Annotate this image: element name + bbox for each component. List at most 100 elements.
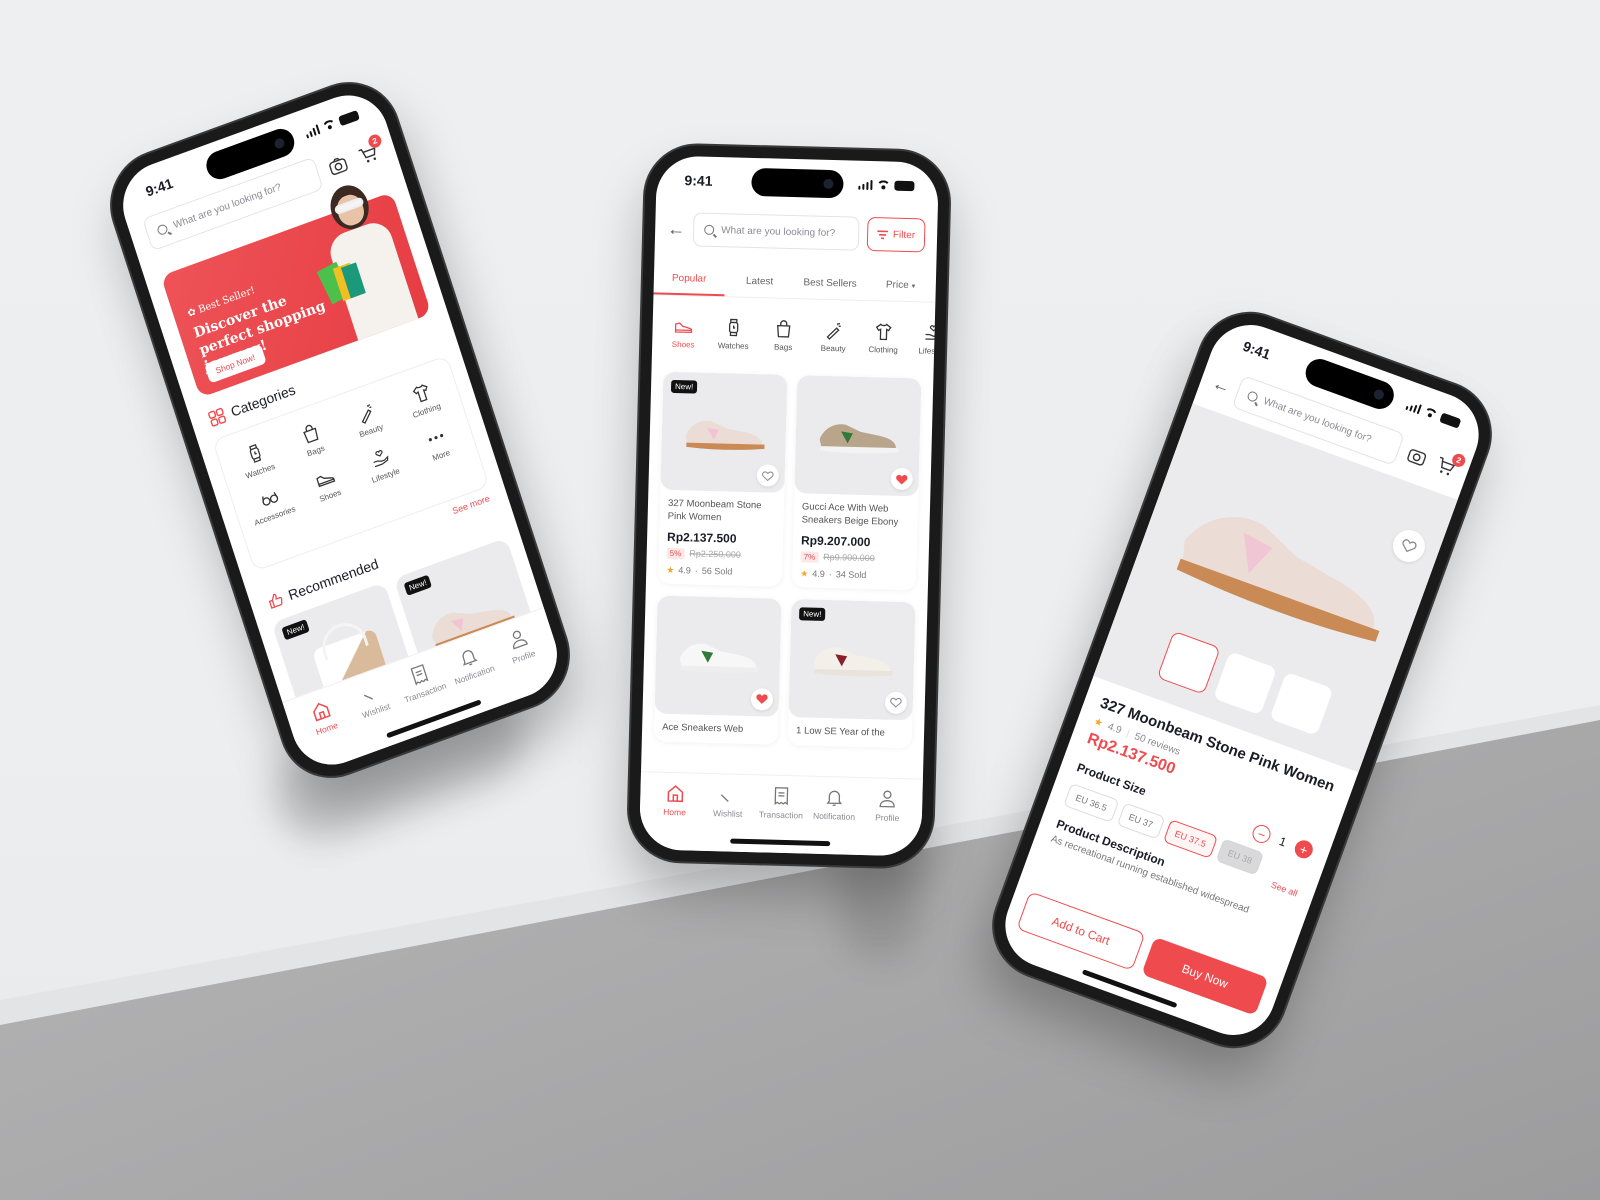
thumbnail-3[interactable] <box>1269 671 1334 736</box>
status-time: 9:41 <box>143 174 175 200</box>
rating-value: 4.9 <box>678 565 692 576</box>
sold-count: 34 Sold <box>835 569 867 581</box>
back-button[interactable]: ← <box>667 218 686 239</box>
nav-label: Notification <box>812 810 856 822</box>
heart-outline-icon <box>890 697 902 708</box>
category-item[interactable]: Shoes <box>294 459 360 511</box>
heart-icon <box>720 794 729 802</box>
nav-label: Transaction <box>758 809 804 821</box>
shoe-icon <box>674 322 693 334</box>
home-icon <box>313 702 331 722</box>
category-chip-shoes[interactable]: Shoes <box>662 316 705 350</box>
product-grid: New! 327 Moonbeam Stone Pink Women Rp2.137… <box>653 371 922 749</box>
thumbnail-1[interactable] <box>1156 630 1221 695</box>
product-name: Ace Sneakers Web <box>662 721 744 735</box>
category-item[interactable]: Clothing <box>390 373 456 425</box>
cart-button[interactable]: 2 <box>355 132 383 169</box>
chevron-down-icon: ▾ <box>911 282 916 290</box>
user-icon <box>512 630 528 650</box>
filter-button[interactable]: Filter <box>866 216 926 253</box>
category-label: Bags <box>773 342 793 353</box>
decrement-button[interactable]: − <box>1250 822 1274 846</box>
tab-label: Latest <box>745 275 774 288</box>
tab-price[interactable]: Price ▾ <box>865 269 936 302</box>
tab-latest[interactable]: Latest <box>724 265 795 298</box>
tab-best-sellers[interactable]: Best Sellers <box>794 267 865 300</box>
product-main-image <box>1176 517 1380 642</box>
category-strip: Shoes Watches Bags Beauty Clothing Lifestyle <box>662 316 940 357</box>
wifi-icon <box>321 118 337 132</box>
magic-wand-icon <box>826 322 841 340</box>
category-item[interactable]: Accessories <box>238 479 304 531</box>
back-button[interactable]: ← <box>1210 372 1234 398</box>
listing-screen: 9:41 ← What are you looking for? Filter … <box>638 155 940 857</box>
wifi-icon <box>1422 406 1439 420</box>
tab-label: Popular <box>671 272 707 285</box>
category-chip-clothing[interactable]: Clothing <box>862 321 905 355</box>
tab-label: Price <box>885 279 909 292</box>
camera-icon[interactable] <box>324 151 351 179</box>
category-label: Lifestyle <box>918 346 940 357</box>
wifi-icon <box>876 180 890 190</box>
thumbnail-2[interactable] <box>1213 651 1278 716</box>
category-chip-bags[interactable]: Bags <box>762 318 805 352</box>
nav-item-home[interactable]: Home <box>648 782 702 850</box>
add-to-cart-button[interactable]: Add to Cart <box>1016 891 1146 971</box>
star-icon: ★ <box>1092 716 1105 730</box>
nav-item-profile[interactable]: Profile <box>860 788 914 856</box>
category-label: Shoes <box>671 339 695 350</box>
product-price: Rp2.137.500 <box>666 529 737 546</box>
nav-label: Profile <box>875 812 900 823</box>
arrow-left-icon: ← <box>1209 372 1234 398</box>
filter-icon <box>876 229 889 239</box>
increment-button[interactable]: + <box>1292 837 1316 861</box>
discount-badge: 7% <box>800 550 819 563</box>
more-dots-icon <box>428 434 443 442</box>
category-item[interactable]: More <box>405 418 471 470</box>
product-card[interactable]: Gucci Ace With Web Sneakers Beige Ebony R… <box>791 375 922 590</box>
dynamic-island <box>751 167 844 199</box>
status-time: 9:41 <box>684 172 713 189</box>
product-card[interactable]: New! 327 Moonbeam Stone Pink Women Rp2.137… <box>657 371 788 587</box>
battery-icon <box>1439 412 1462 429</box>
wishlist-toggle[interactable] <box>756 464 780 487</box>
watch-icon <box>248 444 261 464</box>
hand-heart-icon <box>925 325 940 340</box>
search-icon <box>1246 390 1260 403</box>
arrow-left-icon: ← <box>666 218 686 239</box>
category-chip-watches[interactable]: Watches <box>712 317 755 351</box>
signal-icon <box>304 124 321 139</box>
new-tag: New! <box>799 606 826 621</box>
receipt-icon <box>774 787 789 806</box>
bag-icon <box>302 425 319 444</box>
battery-icon <box>894 180 915 192</box>
buy-now-button[interactable]: Buy Now <box>1141 936 1269 1016</box>
wishlist-toggle[interactable] <box>890 467 914 491</box>
category-item[interactable]: Watches <box>224 434 290 486</box>
hand-heart-icon <box>373 450 388 468</box>
product-price: Rp9.207.000 <box>800 532 871 549</box>
search-icon <box>156 223 169 237</box>
new-tag: New! <box>670 379 698 394</box>
search-input[interactable]: What are you looking for? <box>692 212 860 251</box>
category-label: More <box>431 448 452 463</box>
category-item[interactable]: Beauty <box>335 394 401 446</box>
camera-icon[interactable] <box>1403 442 1431 470</box>
wishlist-toggle[interactable] <box>884 691 908 714</box>
glasses-icon <box>261 492 278 506</box>
bell-icon <box>462 650 479 666</box>
product-card[interactable]: Ace Sneakers Web <box>653 595 782 746</box>
user-icon <box>879 790 896 808</box>
cart-button[interactable]: 2 <box>1431 452 1468 481</box>
category-item[interactable]: Bags <box>279 414 345 466</box>
wishlist-toggle[interactable] <box>750 687 774 711</box>
category-label: Bags <box>305 443 326 459</box>
heart-outline-icon <box>1402 539 1417 553</box>
product-image <box>654 595 782 717</box>
product-card[interactable]: New! 1 Low SE Year of the <box>787 598 916 749</box>
tab-popular[interactable]: Popular <box>653 263 725 297</box>
category-item[interactable]: Lifestyle <box>349 438 415 490</box>
category-chip-lifestyle[interactable]: Lifestyle <box>912 322 940 357</box>
category-chip-beauty[interactable]: Beauty <box>812 320 855 354</box>
battery-icon <box>338 109 360 127</box>
